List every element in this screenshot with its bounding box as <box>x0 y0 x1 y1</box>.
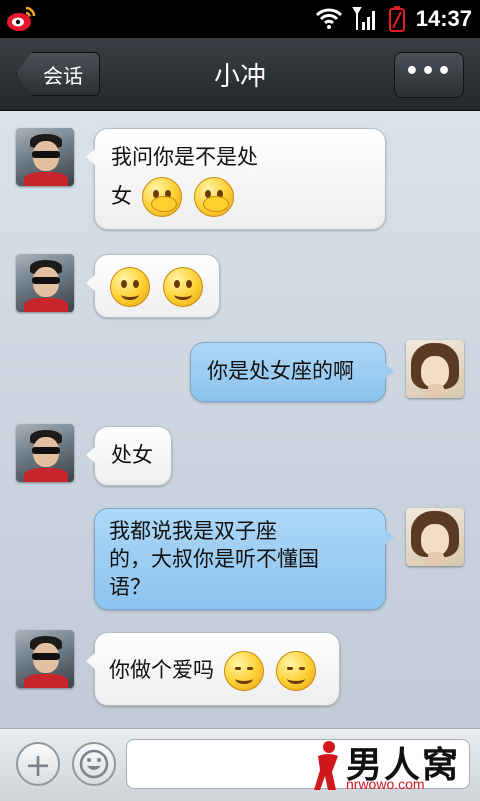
add-attachment-button[interactable]: + <box>16 742 60 786</box>
message-bubble[interactable] <box>86 254 220 318</box>
emoji-button[interactable] <box>72 742 116 786</box>
status-bar: 14:37 <box>0 0 480 38</box>
message-incoming: 我问你是不是处 女 <box>0 126 480 234</box>
avatar[interactable] <box>16 424 74 482</box>
watermark: 男人窝 nrwowo.com <box>312 736 472 796</box>
plus-icon: + <box>24 746 52 784</box>
smile-emoji <box>110 267 150 307</box>
content-emoji <box>223 651 264 691</box>
content-emoji <box>276 651 317 691</box>
message-text: 我都说我是双子座 <box>109 519 277 543</box>
back-button[interactable]: 会话 <box>16 52 100 96</box>
message-text: 你做个爱吗 <box>109 658 214 682</box>
signal-icon <box>351 7 375 30</box>
status-clock: 14:37 <box>415 6 472 31</box>
message-bubble[interactable]: 你是处女座的啊 <box>190 342 394 402</box>
avatar[interactable] <box>16 254 74 312</box>
avatar[interactable] <box>16 128 74 186</box>
more-icon: ••• <box>404 59 454 84</box>
message-text: 的，大叔你是听不懂国 <box>109 547 319 571</box>
message-bubble[interactable]: 处女 <box>86 426 172 486</box>
emoji-icon <box>79 749 109 779</box>
conversation-header: 会话 小冲 ••• <box>0 38 480 111</box>
message-text: 语？ <box>109 575 151 599</box>
message-incoming <box>0 252 480 322</box>
shy-emoji <box>141 177 182 217</box>
message-text: 女 <box>111 184 132 208</box>
message-bubble[interactable]: 你做个爱吗 <box>86 632 340 706</box>
more-options-button[interactable]: ••• <box>394 52 464 98</box>
message-outgoing: 我都说我是双子座 的，大叔你是听不懂国 语？ <box>0 506 480 612</box>
message-outgoing: 你是处女座的啊 <box>0 340 480 406</box>
avatar[interactable] <box>406 508 464 566</box>
message-text: 处女 <box>111 443 153 467</box>
shy-emoji <box>194 177 235 217</box>
wifi-icon <box>315 8 342 29</box>
message-bubble[interactable]: 我问你是不是处 女 <box>86 128 386 230</box>
message-text: 你是处女座的啊 <box>207 359 354 383</box>
battery-empty-icon <box>388 6 405 32</box>
watermark-url: nrwowo.com <box>346 776 425 792</box>
avatar[interactable] <box>406 340 464 398</box>
message-bubble[interactable]: 我都说我是双子座 的，大叔你是听不懂国 语？ <box>94 508 394 610</box>
message-incoming: 处女 <box>0 424 480 490</box>
weibo-icon <box>7 6 36 31</box>
avatar[interactable] <box>16 630 74 688</box>
message-incoming: 你做个爱吗 <box>0 630 480 708</box>
watermark-logo <box>314 741 338 790</box>
message-text: 我问你是不是处 <box>111 145 258 169</box>
smile-emoji <box>162 267 203 307</box>
